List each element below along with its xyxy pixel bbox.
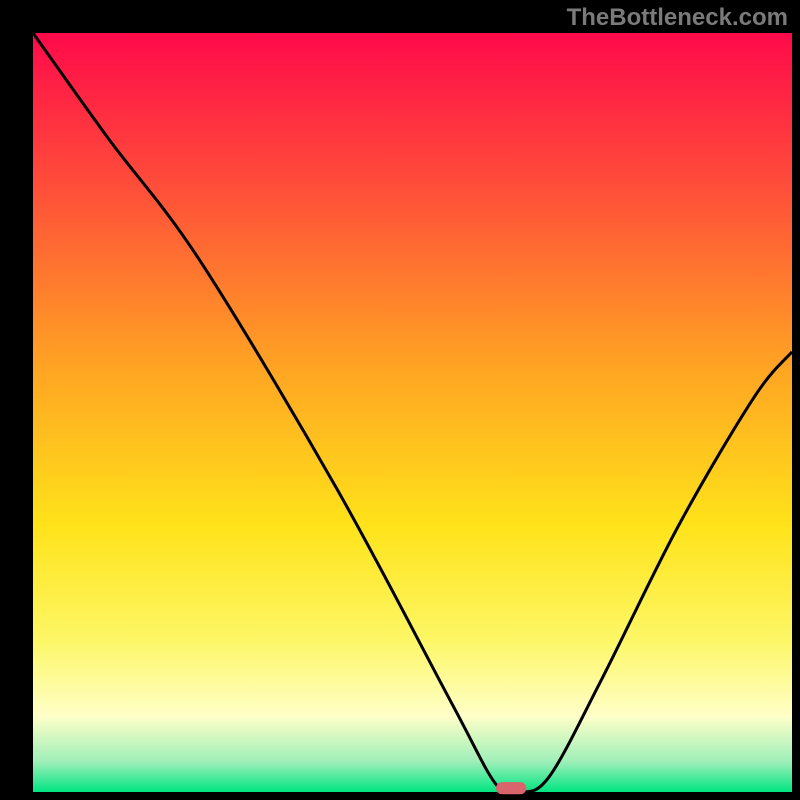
watermark-text: TheBottleneck.com [567,4,788,32]
plot-background [33,33,792,792]
bottleneck-chart [0,0,800,800]
chart-container: TheBottleneck.com [0,0,800,800]
optimal-marker [496,782,526,794]
